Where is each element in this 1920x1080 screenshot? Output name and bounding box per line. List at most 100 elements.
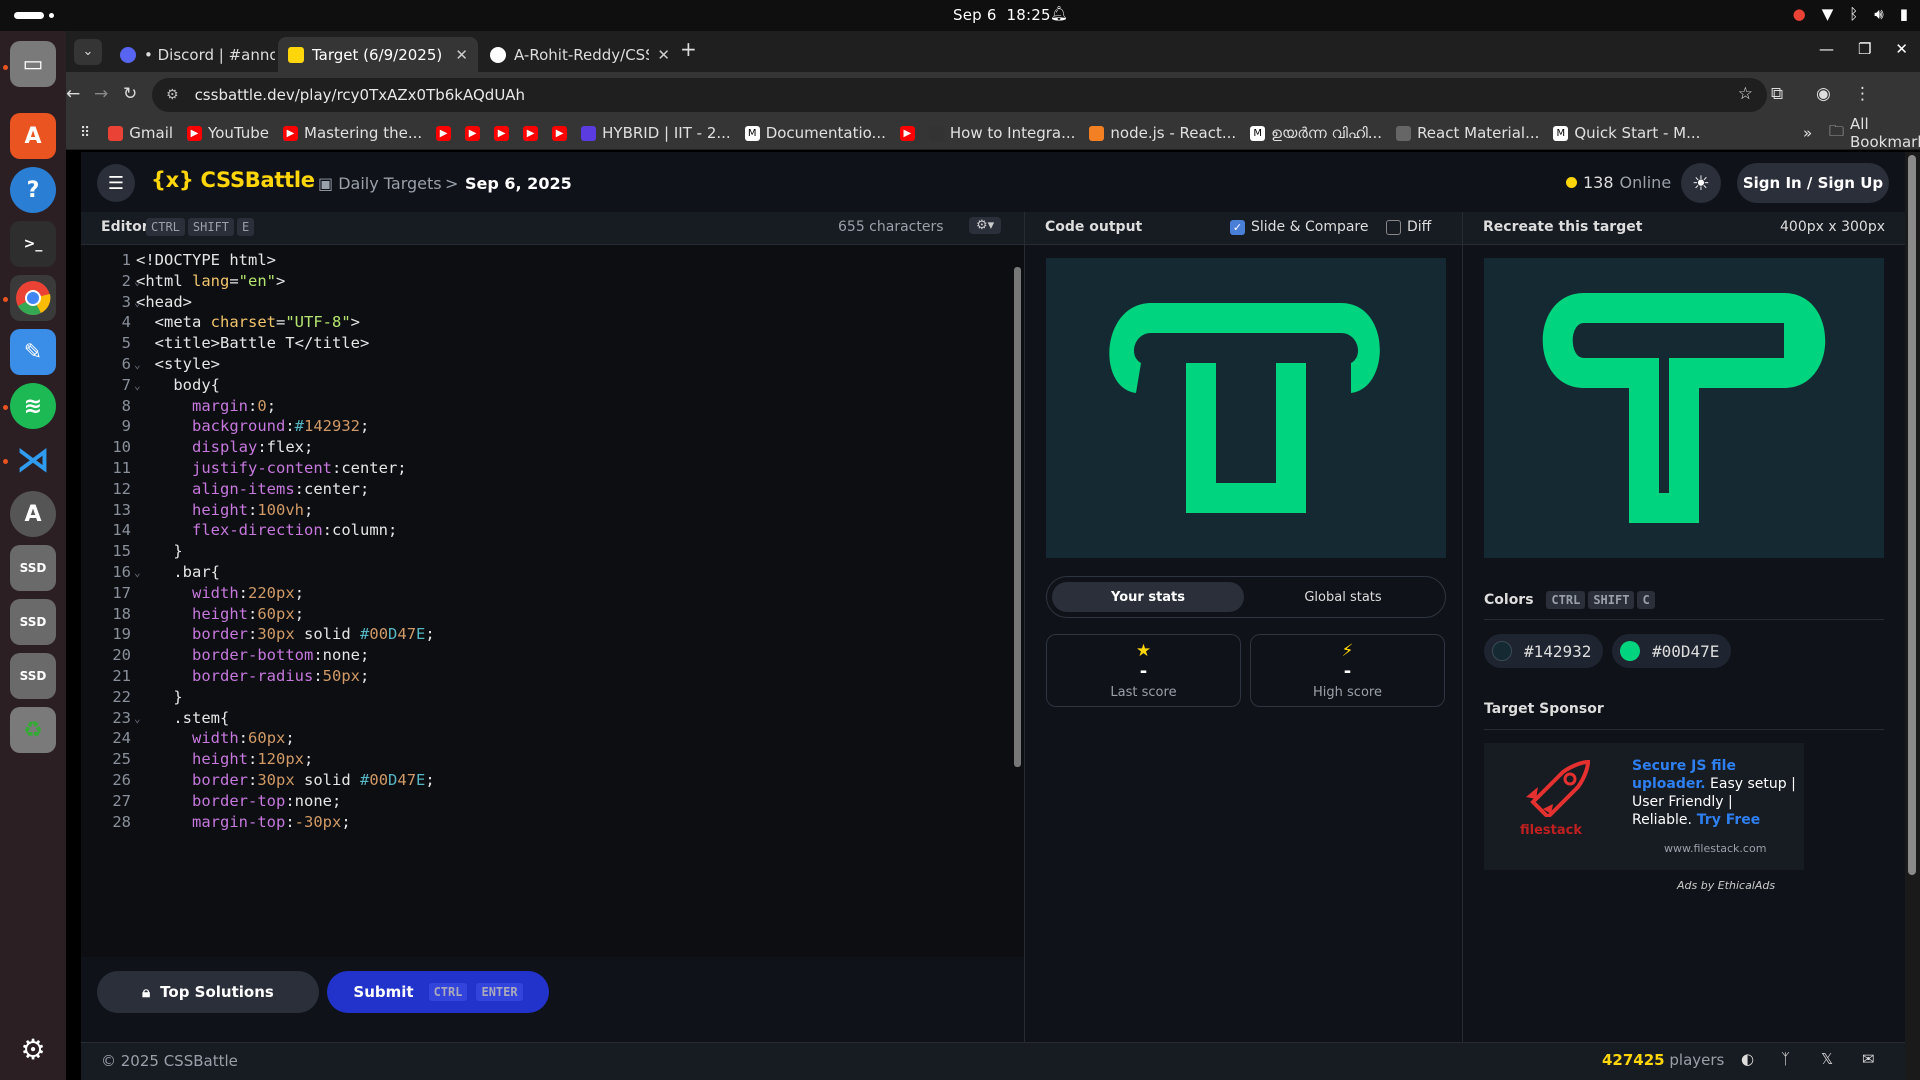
code-line[interactable]: border-bottom:none; xyxy=(136,646,369,664)
bookmark-item[interactable]: How to Integra... xyxy=(928,124,1075,142)
bookmark-item[interactable]: M ഉയർന്ന വിഹി... xyxy=(1250,124,1382,142)
code-line[interactable]: border:30px solid #00D47E; xyxy=(136,625,435,643)
code-line[interactable]: <head> xyxy=(136,293,192,311)
code-line[interactable]: height:60px; xyxy=(136,605,304,623)
editor-settings-icon[interactable]: ⚙▾ xyxy=(969,217,1002,234)
code-line[interactable]: margin-top:-30px; xyxy=(136,813,351,831)
address-bar[interactable]: ⚙ cssbattle.dev/play/rcy0TxAZx0Tb6kAQdUA… xyxy=(152,78,1767,112)
terminal-icon[interactable]: >_ xyxy=(10,221,56,267)
code-line[interactable]: .bar{ xyxy=(136,563,220,581)
vscode-icon[interactable]: ⋊ xyxy=(10,437,56,483)
code-line[interactable]: <meta charset="UTF-8"> xyxy=(136,313,360,331)
code-line[interactable]: height:100vh; xyxy=(136,501,313,519)
bookmark-item[interactable]: ▶ xyxy=(494,125,510,141)
ssd-drive-icon[interactable]: SSD xyxy=(10,545,56,591)
ads-by-link[interactable]: Ads by EthicalAds xyxy=(1677,879,1775,892)
code-line[interactable]: } xyxy=(136,542,182,560)
hamburger-menu-icon[interactable]: ☰ xyxy=(97,164,135,202)
bookmark-item[interactable]: M Quick Start - M... xyxy=(1553,124,1700,142)
code-line[interactable]: display:flex; xyxy=(136,438,313,456)
trash-icon[interactable]: ♻ xyxy=(10,707,56,753)
color-chip-accent[interactable]: #00D47E xyxy=(1612,634,1732,668)
code-line[interactable]: <!DOCTYPE html> xyxy=(136,251,276,269)
code-line[interactable]: <html lang="en"> xyxy=(136,272,285,290)
code-line[interactable]: justify-content:center; xyxy=(136,459,407,477)
tab-search-button[interactable]: ⌄ xyxy=(74,39,102,65)
bookmark-item[interactable]: ▶ xyxy=(523,125,539,141)
editor-scrollbar[interactable] xyxy=(1011,245,1024,957)
x-twitter-icon[interactable]: 𝕏 xyxy=(1821,1050,1833,1068)
bookmark-item[interactable]: ▶ Mastering the... xyxy=(283,124,422,142)
ssd-drive-icon[interactable]: SSD xyxy=(10,653,56,699)
target-preview[interactable] xyxy=(1484,258,1884,558)
sign-in-button[interactable]: Sign In / Sign Up xyxy=(1737,163,1889,203)
apps-grid-icon[interactable]: ⠿ xyxy=(80,125,90,141)
new-tab-button[interactable]: + xyxy=(680,37,697,61)
activities-indicator[interactable] xyxy=(14,12,44,19)
mail-icon[interactable]: ✉ xyxy=(1862,1050,1875,1068)
notification-bell-icon[interactable]: 🔔︎ xyxy=(1050,6,1068,22)
discord-icon[interactable]: ◐ xyxy=(1741,1050,1754,1068)
code-output-preview[interactable] xyxy=(1046,258,1446,558)
bookmark-item[interactable]: node.js - React... xyxy=(1089,124,1236,142)
breadcrumb-daily-targets[interactable]: ▣ Daily Targets xyxy=(318,174,442,193)
your-stats-tab[interactable]: Your stats xyxy=(1052,582,1244,612)
bookmark-item[interactable]: ▶ xyxy=(899,125,915,141)
bookmark-item[interactable]: ▶ YouTube xyxy=(187,124,269,142)
software-updater-icon[interactable]: A xyxy=(10,491,56,537)
forward-icon[interactable]: → xyxy=(94,84,108,104)
bookmark-star-icon[interactable]: ☆ xyxy=(1738,84,1753,104)
code-line[interactable]: width:60px; xyxy=(136,729,295,747)
diff-checkbox[interactable]: Diff xyxy=(1386,219,1431,235)
minimize-icon[interactable]: — xyxy=(1819,40,1834,58)
files-icon[interactable]: ▭ xyxy=(10,41,56,87)
all-bookmarks-folder[interactable]: 🗀 All Bookmarks xyxy=(1829,115,1920,151)
menu-icon[interactable]: ⋮ xyxy=(1854,84,1871,104)
tab-github[interactable]: A-Rohit-Reddy/CSS-Battl ✕ xyxy=(480,37,680,72)
color-chip-bg[interactable]: #142932 xyxy=(1484,634,1604,668)
site-info-icon[interactable]: ⚙ xyxy=(166,87,179,103)
submit-button[interactable]: Submit CTRL ENTER xyxy=(327,971,549,1013)
code-line[interactable]: <style> xyxy=(136,355,220,373)
slide-compare-checkbox[interactable]: ✓ Slide & Compare xyxy=(1230,219,1369,235)
bookmark-item[interactable]: M Documentatio... xyxy=(744,124,886,142)
reload-icon[interactable]: ↻ xyxy=(123,84,137,104)
tab-discord[interactable]: • Discord | #announceme ✕ xyxy=(110,37,306,72)
close-tab-icon[interactable]: ✕ xyxy=(455,46,468,64)
theme-toggle-icon[interactable]: ☀ xyxy=(1681,163,1721,203)
code-line[interactable]: body{ xyxy=(136,376,220,394)
bookmark-item[interactable]: HYBRID | IIT - 2... xyxy=(581,124,731,142)
show-apps-icon[interactable]: ⚙ xyxy=(10,1026,56,1072)
sponsor-ad[interactable]: filestack Secure JS file uploader. Easy … xyxy=(1484,743,1804,870)
code-line[interactable]: background:#142932; xyxy=(136,417,369,435)
bookmark-item[interactable]: ▶ xyxy=(552,125,568,141)
text-editor-icon[interactable]: ✎ xyxy=(10,329,56,375)
profile-icon[interactable]: ◉ xyxy=(1816,84,1831,104)
bookmark-item[interactable]: ▶ xyxy=(436,125,452,141)
system-tray[interactable]: ● ▼ ᛒ 🔊︎ ▮ xyxy=(1793,5,1908,23)
back-icon[interactable]: ← xyxy=(66,84,80,104)
app-center-icon[interactable]: A xyxy=(10,113,56,159)
spotify-icon[interactable]: ≋ xyxy=(10,383,56,429)
bookmark-item[interactable]: React Material... xyxy=(1396,124,1539,142)
chrome-icon[interactable] xyxy=(10,275,56,321)
bookmark-item[interactable]: ▶ xyxy=(465,125,481,141)
code-line[interactable]: flex-direction:column; xyxy=(136,521,397,539)
code-line[interactable]: <title>Battle T</title> xyxy=(136,334,370,352)
code-line[interactable]: border-top:none; xyxy=(136,792,341,810)
code-line[interactable]: margin:0; xyxy=(136,397,276,415)
page-scrollbar-thumb[interactable] xyxy=(1908,155,1916,875)
ssd-drive-icon[interactable]: SSD xyxy=(10,599,56,645)
close-tab-icon[interactable]: ✕ xyxy=(657,46,670,64)
code-line[interactable]: width:220px; xyxy=(136,584,304,602)
code-line[interactable]: height:120px; xyxy=(136,750,313,768)
extensions-icon[interactable]: ⧉ xyxy=(1771,84,1783,104)
more-bookmarks-icon[interactable]: » xyxy=(1803,124,1812,142)
help-icon[interactable]: ? xyxy=(10,167,56,213)
top-solutions-button[interactable]: 🔒︎ Top Solutions xyxy=(97,971,319,1013)
code-line[interactable]: border-radius:50px; xyxy=(136,667,369,685)
code-editor[interactable]: 1 <!DOCTYPE html> 2 ⌄ <html lang="en"> 3 ⌄ <hea… xyxy=(81,245,1011,957)
code-line[interactable]: } xyxy=(136,688,182,706)
tab-cssbattle[interactable]: Target (6/9/2025) - CSSB ✕ xyxy=(278,37,478,72)
code-line[interactable]: .stem{ xyxy=(136,709,229,727)
